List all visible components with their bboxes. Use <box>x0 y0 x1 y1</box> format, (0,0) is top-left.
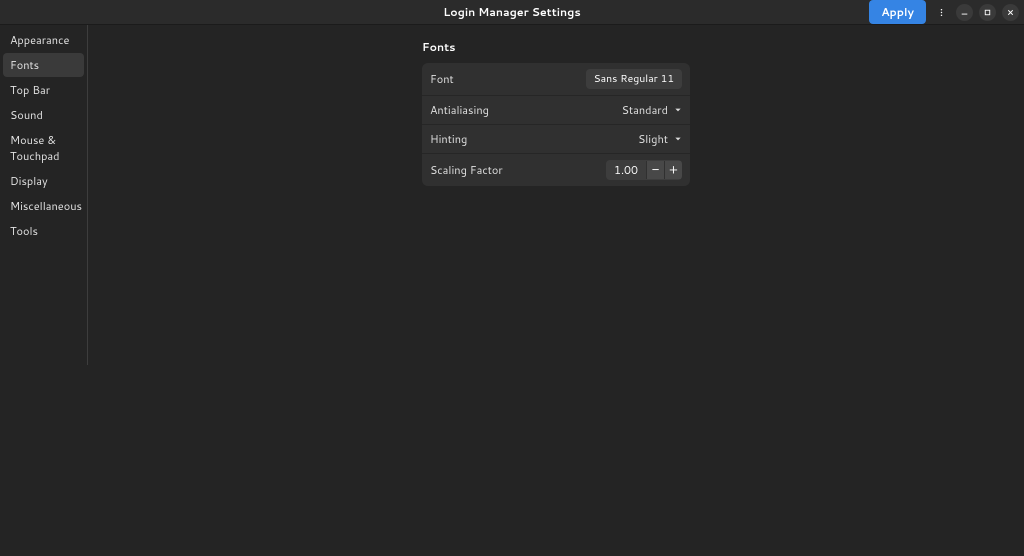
minus-icon: − <box>652 164 660 177</box>
content: Appearance Fonts Top Bar Sound Mouse & T… <box>0 25 1024 556</box>
minimize-button[interactable] <box>956 4 973 21</box>
setting-row-antialiasing: Antialiasing Standard <box>422 96 690 125</box>
hinting-dropdown[interactable]: Slight <box>638 131 682 147</box>
sidebar-item-miscellaneous[interactable]: Miscellaneous <box>3 194 84 218</box>
maximize-button[interactable] <box>979 4 996 21</box>
close-button[interactable] <box>1002 4 1019 21</box>
menu-button[interactable] <box>932 3 950 21</box>
main-panel: Fonts Font Sans Regular 11 Antialiasing … <box>88 25 1024 556</box>
settings-list: Font Sans Regular 11 Antialiasing Standa… <box>422 63 690 186</box>
setting-row-scaling: Scaling Factor 1.00 − + <box>422 154 690 186</box>
scaling-stepper: 1.00 − + <box>606 160 682 180</box>
sidebar: Appearance Fonts Top Bar Sound Mouse & T… <box>0 25 88 365</box>
window-title: Login Manager Settings <box>443 4 580 20</box>
setting-label-hinting: Hinting <box>430 131 467 147</box>
setting-row-font: Font Sans Regular 11 <box>422 63 690 96</box>
antialiasing-value: Standard <box>622 102 668 118</box>
sidebar-item-display[interactable]: Display <box>3 169 84 193</box>
maximize-icon <box>983 8 992 17</box>
plus-icon: + <box>669 164 678 177</box>
setting-row-hinting: Hinting Slight <box>422 125 690 154</box>
scaling-value: 1.00 <box>606 160 646 180</box>
close-icon <box>1006 8 1015 17</box>
minimize-icon <box>960 8 969 17</box>
chevron-down-icon <box>674 135 682 143</box>
panel-title: Fonts <box>422 39 690 55</box>
sidebar-item-fonts[interactable]: Fonts <box>3 53 84 77</box>
titlebar-controls: Apply <box>869 0 1019 24</box>
chevron-down-icon <box>674 106 682 114</box>
sidebar-item-mouse-touchpad[interactable]: Mouse & Touchpad <box>3 128 84 168</box>
antialiasing-dropdown[interactable]: Standard <box>622 102 682 118</box>
scaling-decrement-button[interactable]: − <box>646 161 664 179</box>
sidebar-item-sound[interactable]: Sound <box>3 103 84 127</box>
fonts-panel: Fonts Font Sans Regular 11 Antialiasing … <box>422 39 690 186</box>
titlebar: Login Manager Settings Apply <box>0 0 1024 25</box>
scaling-increment-button[interactable]: + <box>664 161 682 179</box>
kebab-icon <box>937 8 946 17</box>
sidebar-item-appearance[interactable]: Appearance <box>3 28 84 52</box>
sidebar-item-tools[interactable]: Tools <box>3 219 84 243</box>
sidebar-item-topbar[interactable]: Top Bar <box>3 78 84 102</box>
font-picker-button[interactable]: Sans Regular 11 <box>586 69 682 89</box>
hinting-value: Slight <box>638 131 668 147</box>
setting-label-font: Font <box>430 71 454 87</box>
setting-label-scaling: Scaling Factor <box>430 162 503 178</box>
setting-label-antialiasing: Antialiasing <box>430 102 489 118</box>
apply-button[interactable]: Apply <box>869 0 926 24</box>
